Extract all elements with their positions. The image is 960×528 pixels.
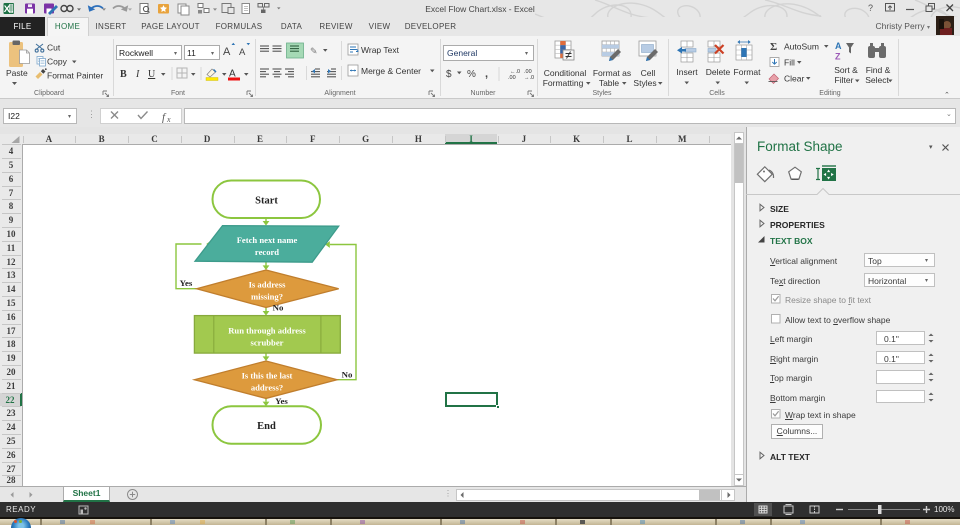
svg-text:missing?: missing? [251,292,283,302]
svg-text:.00: .00 [508,75,516,81]
svg-text:?: ? [868,3,873,13]
svg-text:Cut: Cut [47,43,61,53]
svg-text:Format Painter: Format Painter [47,71,103,81]
svg-text:Run through address: Run through address [228,326,306,336]
svg-text:Clear: Clear [784,74,804,84]
svg-text:Cell: Cell [641,68,656,78]
svg-text:Find &: Find & [866,65,891,75]
svg-text:→.0: →.0 [524,75,534,81]
svg-text:Styles: Styles [633,78,656,88]
svg-text:Format: Format [734,67,762,77]
svg-text:End: End [257,421,276,432]
svg-text:Copy: Copy [47,57,68,67]
svg-text:Start: Start [255,196,278,207]
svg-text:Is address: Is address [249,280,287,290]
svg-text:Table: Table [599,78,620,88]
svg-text:Wrap Text: Wrap Text [361,45,400,55]
svg-text:Sort &: Sort & [834,65,858,75]
svg-text:No: No [273,303,284,313]
svg-text:A: A [835,41,842,51]
svg-text:Select: Select [865,75,889,85]
svg-text:Σ: Σ [770,41,777,53]
svg-text:Z: Z [835,52,841,62]
svg-text:U: U [148,69,156,80]
svg-text:AutoSum: AutoSum [784,42,819,52]
svg-text:Format as: Format as [593,68,631,78]
svg-text:No: No [342,370,353,380]
svg-text:Formatting: Formatting [543,78,584,88]
svg-text:Yes: Yes [180,278,193,288]
svg-text:%: % [467,69,476,80]
svg-text:Conditional: Conditional [544,68,587,78]
svg-text:Insert: Insert [676,67,698,77]
svg-text:Yes: Yes [275,396,288,406]
svg-text:x: x [166,115,171,124]
svg-text:Filter: Filter [835,75,854,85]
svg-text:Fetch next name: Fetch next name [237,235,298,245]
svg-text:Paste: Paste [6,68,28,78]
svg-text:A: A [239,47,246,58]
svg-text:Delete: Delete [706,67,731,77]
svg-text:✎: ✎ [310,46,318,56]
svg-text:address?: address? [251,383,283,393]
svg-text:Is this the last: Is this the last [242,371,293,381]
svg-text:Fill: Fill [784,58,795,68]
svg-text:I: I [135,69,140,80]
svg-text:record: record [255,247,279,257]
svg-text:B: B [120,69,127,80]
svg-text:scrubber: scrubber [251,338,284,348]
svg-text:,: , [485,68,488,80]
svg-text:A: A [223,46,231,58]
svg-text:$: $ [446,69,452,80]
svg-text:Merge & Center: Merge & Center [361,66,421,76]
